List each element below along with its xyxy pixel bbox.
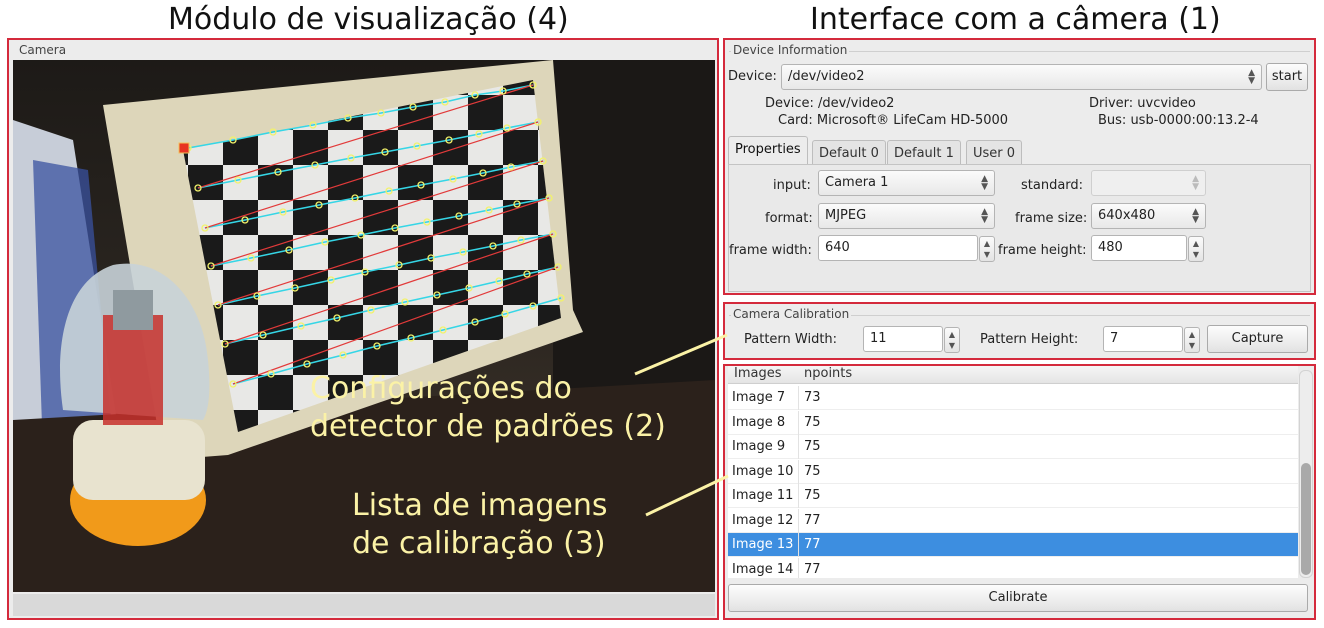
- image-list-pointer: [645, 474, 729, 517]
- pattern-config-pointer: [634, 333, 728, 376]
- annotation-pointer-lines: [634, 333, 729, 517]
